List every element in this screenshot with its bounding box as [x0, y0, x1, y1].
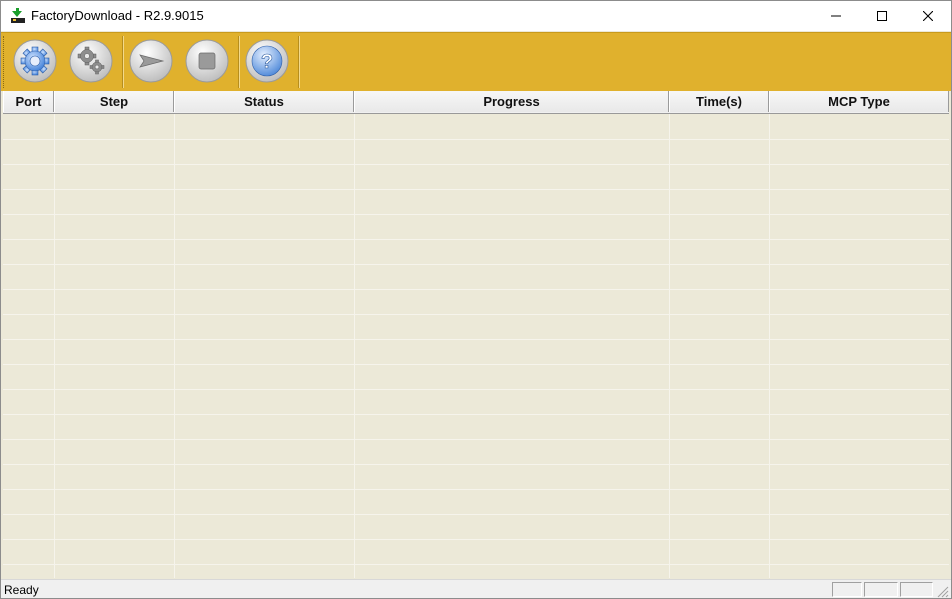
help-button[interactable]: ? [244, 38, 290, 84]
toolbar: ? [1, 32, 951, 91]
column-header-mcp-type[interactable]: MCP Type [769, 91, 949, 112]
grid-line [354, 114, 355, 578]
settings-button[interactable] [12, 38, 58, 84]
list-header: Port Step Status Progress Time(s) MCP Ty… [3, 91, 949, 114]
toolbar-separator [298, 36, 300, 88]
status-panel [900, 582, 933, 597]
double-gear-icon [69, 39, 113, 83]
column-header-status[interactable]: Status [174, 91, 354, 112]
grid-line [669, 114, 670, 578]
grid-line [174, 114, 175, 578]
close-icon [923, 11, 933, 21]
toolbar-grip[interactable] [3, 36, 5, 88]
grid-line [3, 289, 949, 290]
port-list-view[interactable]: Port Step Status Progress Time(s) MCP Ty… [3, 91, 949, 578]
grid-line [769, 114, 770, 578]
grid-line [3, 539, 949, 540]
maximize-icon [877, 11, 887, 21]
grid-line [3, 139, 949, 140]
list-body[interactable] [3, 114, 949, 578]
play-arrow-icon [129, 39, 173, 83]
grid-line [3, 214, 949, 215]
window-title: FactoryDownload - R2.9.9015 [31, 8, 204, 23]
column-header-progress[interactable]: Progress [354, 91, 669, 112]
grid-line [3, 389, 949, 390]
grid-line [3, 364, 949, 365]
question-mark-icon: ? [245, 39, 289, 83]
column-header-port[interactable]: Port [3, 91, 54, 112]
status-text: Ready [4, 583, 39, 597]
stop-square-icon [185, 39, 229, 83]
column-header-time[interactable]: Time(s) [669, 91, 769, 112]
grid-line [54, 114, 55, 578]
gear-icon [13, 39, 57, 83]
close-button[interactable] [905, 1, 951, 31]
grid-line [3, 314, 949, 315]
advanced-settings-button[interactable] [68, 38, 114, 84]
grid-line [3, 339, 949, 340]
resize-grip-icon[interactable] [937, 586, 949, 598]
grid-line [3, 189, 949, 190]
status-panel [864, 582, 898, 597]
grid-line [3, 239, 949, 240]
status-panel [832, 582, 862, 597]
toolbar-separator [238, 36, 240, 88]
stop-button[interactable] [184, 38, 230, 84]
grid-line [3, 164, 949, 165]
grid-line [3, 564, 949, 565]
column-header-step[interactable]: Step [54, 91, 174, 112]
application-window: FactoryDownload - R2.9.9015 ? Port Step … [0, 0, 952, 599]
minimize-button[interactable] [813, 1, 859, 31]
grid-line [3, 264, 949, 265]
grid-line [3, 464, 949, 465]
svg-text:?: ? [261, 51, 273, 73]
grid-line [3, 439, 949, 440]
toolbar-separator [122, 36, 124, 88]
grid-line [3, 489, 949, 490]
maximize-button[interactable] [859, 1, 905, 31]
app-download-icon [10, 8, 26, 24]
status-bar: Ready [1, 579, 951, 598]
grid-line [3, 414, 949, 415]
start-button[interactable] [128, 38, 174, 84]
minimize-icon [831, 15, 841, 17]
title-bar[interactable]: FactoryDownload - R2.9.9015 [1, 1, 951, 31]
grid-line [3, 514, 949, 515]
